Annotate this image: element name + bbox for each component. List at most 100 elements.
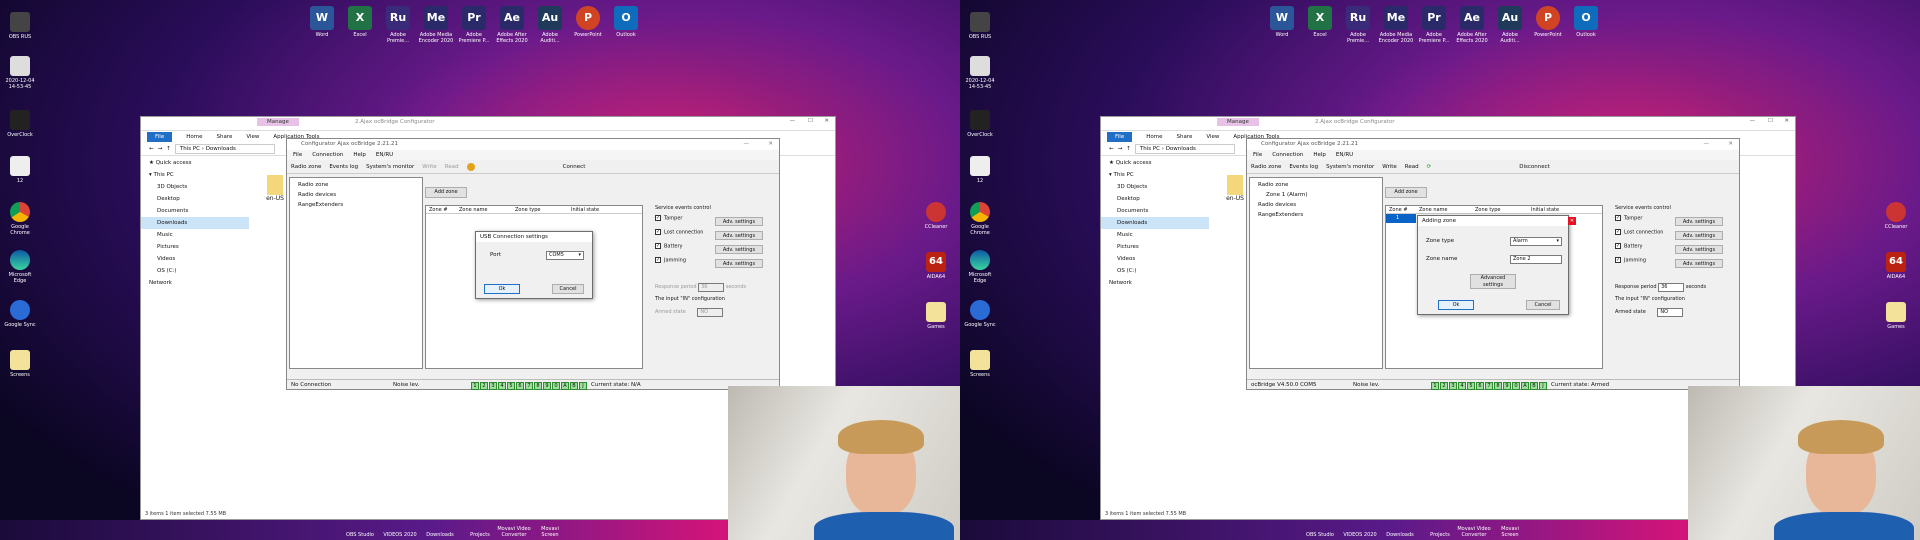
app-outlook[interactable]: O Outlook — [608, 6, 644, 38]
desktop-icon-chrome[interactable]: Google Chrome — [2, 202, 38, 236]
desktop-icon-obs[interactable]: OBS RUS — [2, 12, 38, 40]
app-after-effects[interactable]: Ae Adobe After Effects 2020 — [1454, 6, 1490, 44]
ribbon-share[interactable]: Share — [216, 134, 232, 140]
tool-connect[interactable]: Connect — [563, 164, 586, 170]
tamper-checkbox[interactable]: ✓ — [655, 215, 661, 221]
close-icon[interactable]: ✕ — [1784, 118, 1789, 124]
battery-checkbox[interactable]: ✓ — [655, 243, 661, 249]
nav-os-c[interactable]: OS (C:) — [1101, 265, 1209, 277]
nav-pictures[interactable]: Pictures — [141, 241, 249, 253]
battery-checkbox[interactable]: ✓ — [1615, 243, 1621, 249]
menu-file[interactable]: File — [293, 152, 302, 158]
tool-write[interactable]: Write — [1382, 164, 1397, 170]
taskbar-item[interactable]: Downloads — [420, 532, 460, 538]
taskbar-item[interactable]: VIDEOS 2020 — [380, 532, 420, 538]
nav-network[interactable]: Network — [1101, 277, 1209, 289]
desktop-icon-chrome[interactable]: Google Chrome — [962, 202, 998, 236]
adv-settings-battery[interactable]: Adv. settings — [715, 245, 763, 254]
taskbar-item[interactable]: Movavi Video Converter — [1454, 526, 1494, 538]
nav-downloads[interactable]: Downloads — [1101, 217, 1209, 229]
desktop-icon-overclock[interactable]: OverClock — [962, 110, 998, 138]
nav-quick-access[interactable]: ★ Quick access — [1101, 157, 1209, 169]
desktop-icon-sync[interactable]: Google Sync — [962, 300, 998, 328]
desktop-icon-screens[interactable]: Screens — [2, 350, 38, 378]
taskbar-item[interactable]: Downloads — [1380, 532, 1420, 538]
minimize-icon[interactable]: — — [790, 118, 796, 124]
adv-settings-battery[interactable]: Adv. settings — [1675, 245, 1723, 254]
close-icon[interactable]: ✕ — [1568, 217, 1576, 225]
tool-disconnect[interactable]: Disconnect — [1519, 164, 1550, 170]
menu-language[interactable]: EN/RU — [1336, 152, 1353, 158]
nav-quick-access[interactable]: ★ Quick access — [141, 157, 249, 169]
desktop-icon-screens[interactable]: Screens — [962, 350, 998, 378]
tool-write[interactable]: Write — [422, 164, 437, 170]
tool-events-log[interactable]: Events log — [1289, 164, 1318, 170]
add-zone-button[interactable]: Add zone — [1385, 187, 1427, 198]
close-icon[interactable]: ✕ — [768, 139, 773, 150]
app-powerpoint[interactable]: P PowerPoint — [1530, 6, 1566, 38]
taskbar-item[interactable]: OBS Studio — [340, 532, 380, 538]
tree-radio-devices[interactable]: Radio devices — [1258, 200, 1382, 210]
adv-settings-jamming[interactable]: Adv. settings — [1675, 259, 1723, 268]
ribbon-view[interactable]: View — [246, 134, 259, 140]
menu-connection[interactable]: Connection — [312, 152, 343, 158]
breadcrumb[interactable]: This PC › Downloads — [1134, 143, 1235, 154]
nav-network[interactable]: Network — [141, 277, 249, 289]
tab-manage[interactable]: Manage — [1217, 118, 1259, 126]
app-media-encoder[interactable]: Me Adobe Media Encoder 2020 — [418, 6, 454, 44]
nav-music[interactable]: Music — [1101, 229, 1209, 241]
tool-read[interactable]: Read — [445, 164, 459, 170]
app-premiere-rush[interactable]: Ru Adobe Premie... — [1340, 6, 1376, 44]
response-period-field[interactable]: 36 — [1658, 283, 1685, 292]
app-word[interactable]: W Word — [1264, 6, 1300, 38]
zone-type-select[interactable]: Alarm ▾ — [1510, 237, 1562, 246]
nav-desktop[interactable]: Desktop — [1101, 193, 1209, 205]
taskbar-item[interactable]: Movavi Video Converter — [494, 526, 534, 538]
app-outlook[interactable]: O Outlook — [1568, 6, 1604, 38]
up-icon[interactable]: ↑ — [1126, 146, 1131, 152]
forward-icon[interactable]: → — [158, 146, 163, 152]
tree-zone-1[interactable]: Zone 1 (Alarm) — [1258, 190, 1382, 200]
adv-settings-tamper[interactable]: Adv. settings — [1675, 217, 1723, 226]
back-icon[interactable]: ← — [1109, 146, 1114, 152]
up-icon[interactable]: ↑ — [166, 146, 171, 152]
desktop-icon-ccleaner[interactable]: CCleaner — [918, 202, 954, 230]
app-premiere-pro[interactable]: Pr Adobe Premiere P... — [456, 6, 492, 44]
desktop-icon-overclock[interactable]: OverClock — [2, 110, 38, 138]
ok-button[interactable]: Ok — [1438, 300, 1474, 310]
menu-language[interactable]: EN/RU — [376, 152, 393, 158]
app-powerpoint[interactable]: P PowerPoint — [570, 6, 606, 38]
lost-connection-checkbox[interactable]: ✓ — [655, 229, 661, 235]
minimize-icon[interactable]: — — [1704, 139, 1710, 150]
taskbar-item[interactable]: Movavi Screen — [1490, 526, 1530, 538]
adv-settings-lost[interactable]: Adv. settings — [715, 231, 763, 240]
desktop-icon-edge[interactable]: Microsoft Edge — [2, 250, 38, 284]
tool-systems-monitor[interactable]: System's monitor — [366, 164, 414, 170]
tool-systems-monitor[interactable]: System's monitor — [1326, 164, 1374, 170]
app-excel[interactable]: X Excel — [342, 6, 378, 38]
nav-documents[interactable]: Documents — [141, 205, 249, 217]
tool-radio-zone[interactable]: Radio zone — [1251, 164, 1281, 170]
jamming-checkbox[interactable]: ✓ — [655, 257, 661, 263]
table-row[interactable]: 1 — [1386, 214, 1416, 223]
taskbar-item[interactable]: VIDEOS 2020 — [1340, 532, 1380, 538]
response-period-field[interactable]: 36 — [698, 283, 725, 292]
tool-events-log[interactable]: Events log — [329, 164, 358, 170]
ribbon-home[interactable]: Home — [186, 134, 202, 140]
desktop-icon-games[interactable]: Games — [1878, 302, 1914, 330]
file-item-en-us[interactable]: en-US — [265, 175, 285, 202]
maximize-icon[interactable]: ☐ — [808, 118, 813, 124]
ok-button[interactable]: Ok — [484, 284, 520, 294]
menu-connection[interactable]: Connection — [1272, 152, 1303, 158]
maximize-icon[interactable]: ☐ — [1768, 118, 1773, 124]
tool-radio-zone[interactable]: Radio zone — [291, 164, 321, 170]
zone-name-input[interactable]: Zone 2 — [1510, 255, 1562, 264]
nav-videos[interactable]: Videos — [1101, 253, 1209, 265]
nav-pictures[interactable]: Pictures — [1101, 241, 1209, 253]
app-after-effects[interactable]: Ae Adobe After Effects 2020 — [494, 6, 530, 44]
app-word[interactable]: W Word — [304, 6, 340, 38]
lost-connection-checkbox[interactable]: ✓ — [1615, 229, 1621, 235]
close-icon[interactable]: ✕ — [1728, 139, 1733, 150]
taskbar-item[interactable]: OBS Studio — [1300, 532, 1340, 538]
ribbon-share[interactable]: Share — [1176, 134, 1192, 140]
